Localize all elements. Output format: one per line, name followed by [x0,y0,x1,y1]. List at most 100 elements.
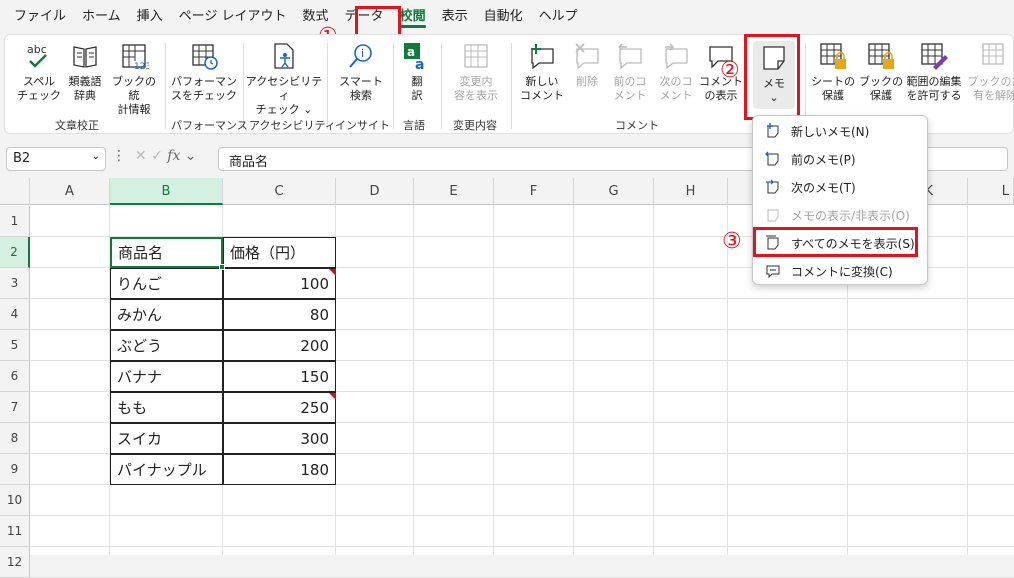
product-name-cell[interactable]: もも [110,392,223,423]
next-comment-icon [661,41,691,71]
product-name-cell[interactable]: りんご [110,268,223,299]
row-header[interactable]: 12 [0,547,30,578]
tab-insert[interactable]: 挿入 [129,0,171,34]
tab-automate[interactable]: 自動化 [476,0,531,34]
memo-icon [759,43,789,73]
new-comment-button[interactable]: 新しい コメント [517,41,567,103]
row-header[interactable]: 6 [0,361,30,392]
row-header[interactable]: 9 [0,454,30,485]
cancel-icon: ✕ [134,148,147,164]
show-changes-button[interactable]: 変更内 容を表示 [445,41,507,103]
fill-handle[interactable] [219,264,225,270]
insert-function-button[interactable]: fx [167,148,180,164]
chevron-down-icon: ⌄ [180,148,197,164]
header-cell[interactable]: 商品名 [110,237,223,268]
price-cell[interactable]: 200 [223,330,336,361]
check-performance-button[interactable]: パフォーマン スをチェック [169,41,239,103]
column-header-c[interactable]: C [223,178,336,205]
menu-toggle-memo-visibility[interactable]: メモの表示/非表示(O) [753,201,929,229]
tab-help[interactable]: ヘルプ [531,0,586,34]
note-indicator[interactable] [329,269,336,276]
show-changes-icon [461,41,491,71]
book-icon [70,41,100,71]
memo-dropdown-button[interactable]: メモ ⌄ [753,41,795,109]
product-name-cell[interactable]: バナナ [110,361,223,392]
row-gridline [30,546,1014,547]
row-header[interactable]: 8 [0,423,30,454]
product-name-cell[interactable]: パイナップル [110,454,223,485]
row-header[interactable]: 10 [0,485,30,516]
column-header-a[interactable]: A [30,178,110,205]
spelling-button[interactable]: abc スペル チェック [15,41,63,103]
allow-edit-ranges-button[interactable]: 範囲の編集 を許可する [903,41,965,103]
chevron-down-icon: ⌄ [91,151,100,162]
row-header[interactable]: 3 [0,268,30,299]
price-cell[interactable]: 80 [223,299,336,330]
next-memo-icon [765,179,781,195]
row-gridline [30,515,1014,516]
protect-workbook-button[interactable]: ブックの 保護 [855,41,907,103]
tab-home[interactable]: ホーム [74,0,129,34]
workbook-statistics-button[interactable]: 123 ブックの統 計情報 [107,41,161,117]
product-name-cell[interactable]: みかん [110,299,223,330]
toggle-memo-icon [765,207,781,223]
convert-to-comment-icon [765,263,781,279]
group-separator [511,43,512,129]
row-header[interactable]: 7 [0,392,30,423]
tab-data[interactable]: データ [337,0,392,34]
price-cell[interactable]: 250 [223,392,336,423]
unshare-workbook-button[interactable]: ブックの共 有を解除 [967,41,1014,103]
tab-page-layout[interactable]: ページ レイアウト [171,0,295,34]
group-label-accessibility: アクセシビリティ [249,119,336,132]
price-cell[interactable]: 300 [223,423,336,454]
column-header-h[interactable]: H [654,178,728,205]
product-name-cell[interactable]: ぶどう [110,330,223,361]
tab-review[interactable]: 校閲 [392,0,434,34]
row-header[interactable]: 4 [0,299,30,330]
menu-next-memo[interactable]: 次のメモ(T) [753,173,929,201]
column-gridline [413,205,414,555]
statistics-icon: 123 [119,41,149,71]
column-header-b[interactable]: B [110,178,223,205]
protect-sheet-button[interactable]: シートの 保護 [807,41,859,103]
column-gridline [493,205,494,555]
column-header-f[interactable]: F [494,178,574,205]
previous-memo-icon [765,151,781,167]
next-comment-button[interactable]: 次のコ メント [653,41,699,103]
menu-show-all-memos[interactable]: すべてのメモを表示(S) [753,229,929,257]
select-all-corner[interactable] [0,178,30,205]
smart-lookup-button[interactable]: i スマート 検索 [331,41,391,103]
group-label-language: 言語 [403,119,425,132]
tab-view[interactable]: 表示 [434,0,476,34]
price-cell[interactable]: 100 [223,268,336,299]
column-header-g[interactable]: G [574,178,654,205]
row-header[interactable]: 1 [0,206,30,237]
note-indicator[interactable] [329,393,336,400]
allow-edit-ranges-icon [919,41,949,71]
more-icon: ⋮ [112,148,126,164]
translate-button[interactable]: aa 翻 訳 [397,41,437,103]
name-box[interactable]: B2 ⌄ [6,147,106,171]
row-header[interactable]: 2 [0,237,30,268]
accessibility-icon [269,41,299,71]
svg-text:i: i [361,47,364,60]
header-cell[interactable]: 価格（円） [223,237,336,268]
price-cell[interactable]: 180 [223,454,336,485]
product-name-cell[interactable]: スイカ [110,423,223,454]
check-accessibility-button[interactable]: アクセシビリティ チェック ⌄ [245,41,323,117]
column-header-e[interactable]: E [414,178,494,205]
tab-file[interactable]: ファイル [6,0,74,34]
row-header[interactable]: 11 [0,516,30,547]
row-header[interactable]: 5 [0,330,30,361]
column-header-d[interactable]: D [336,178,414,205]
previous-comment-button[interactable]: 前のコ メント [607,41,653,103]
column-header-l[interactable]: L [968,178,1014,205]
protect-workbook-icon [866,41,896,71]
price-cell[interactable]: 150 [223,361,336,392]
svg-text:a: a [415,57,424,71]
menu-convert-to-comment[interactable]: コメントに変換(C) [753,257,929,285]
menu-new-memo[interactable]: 新しいメモ(N) [753,117,929,145]
menu-previous-memo[interactable]: 前のメモ(P) [753,145,929,173]
delete-comment-button[interactable]: 削除 [567,41,607,89]
thesaurus-button[interactable]: 類義語 辞典 [61,41,109,103]
